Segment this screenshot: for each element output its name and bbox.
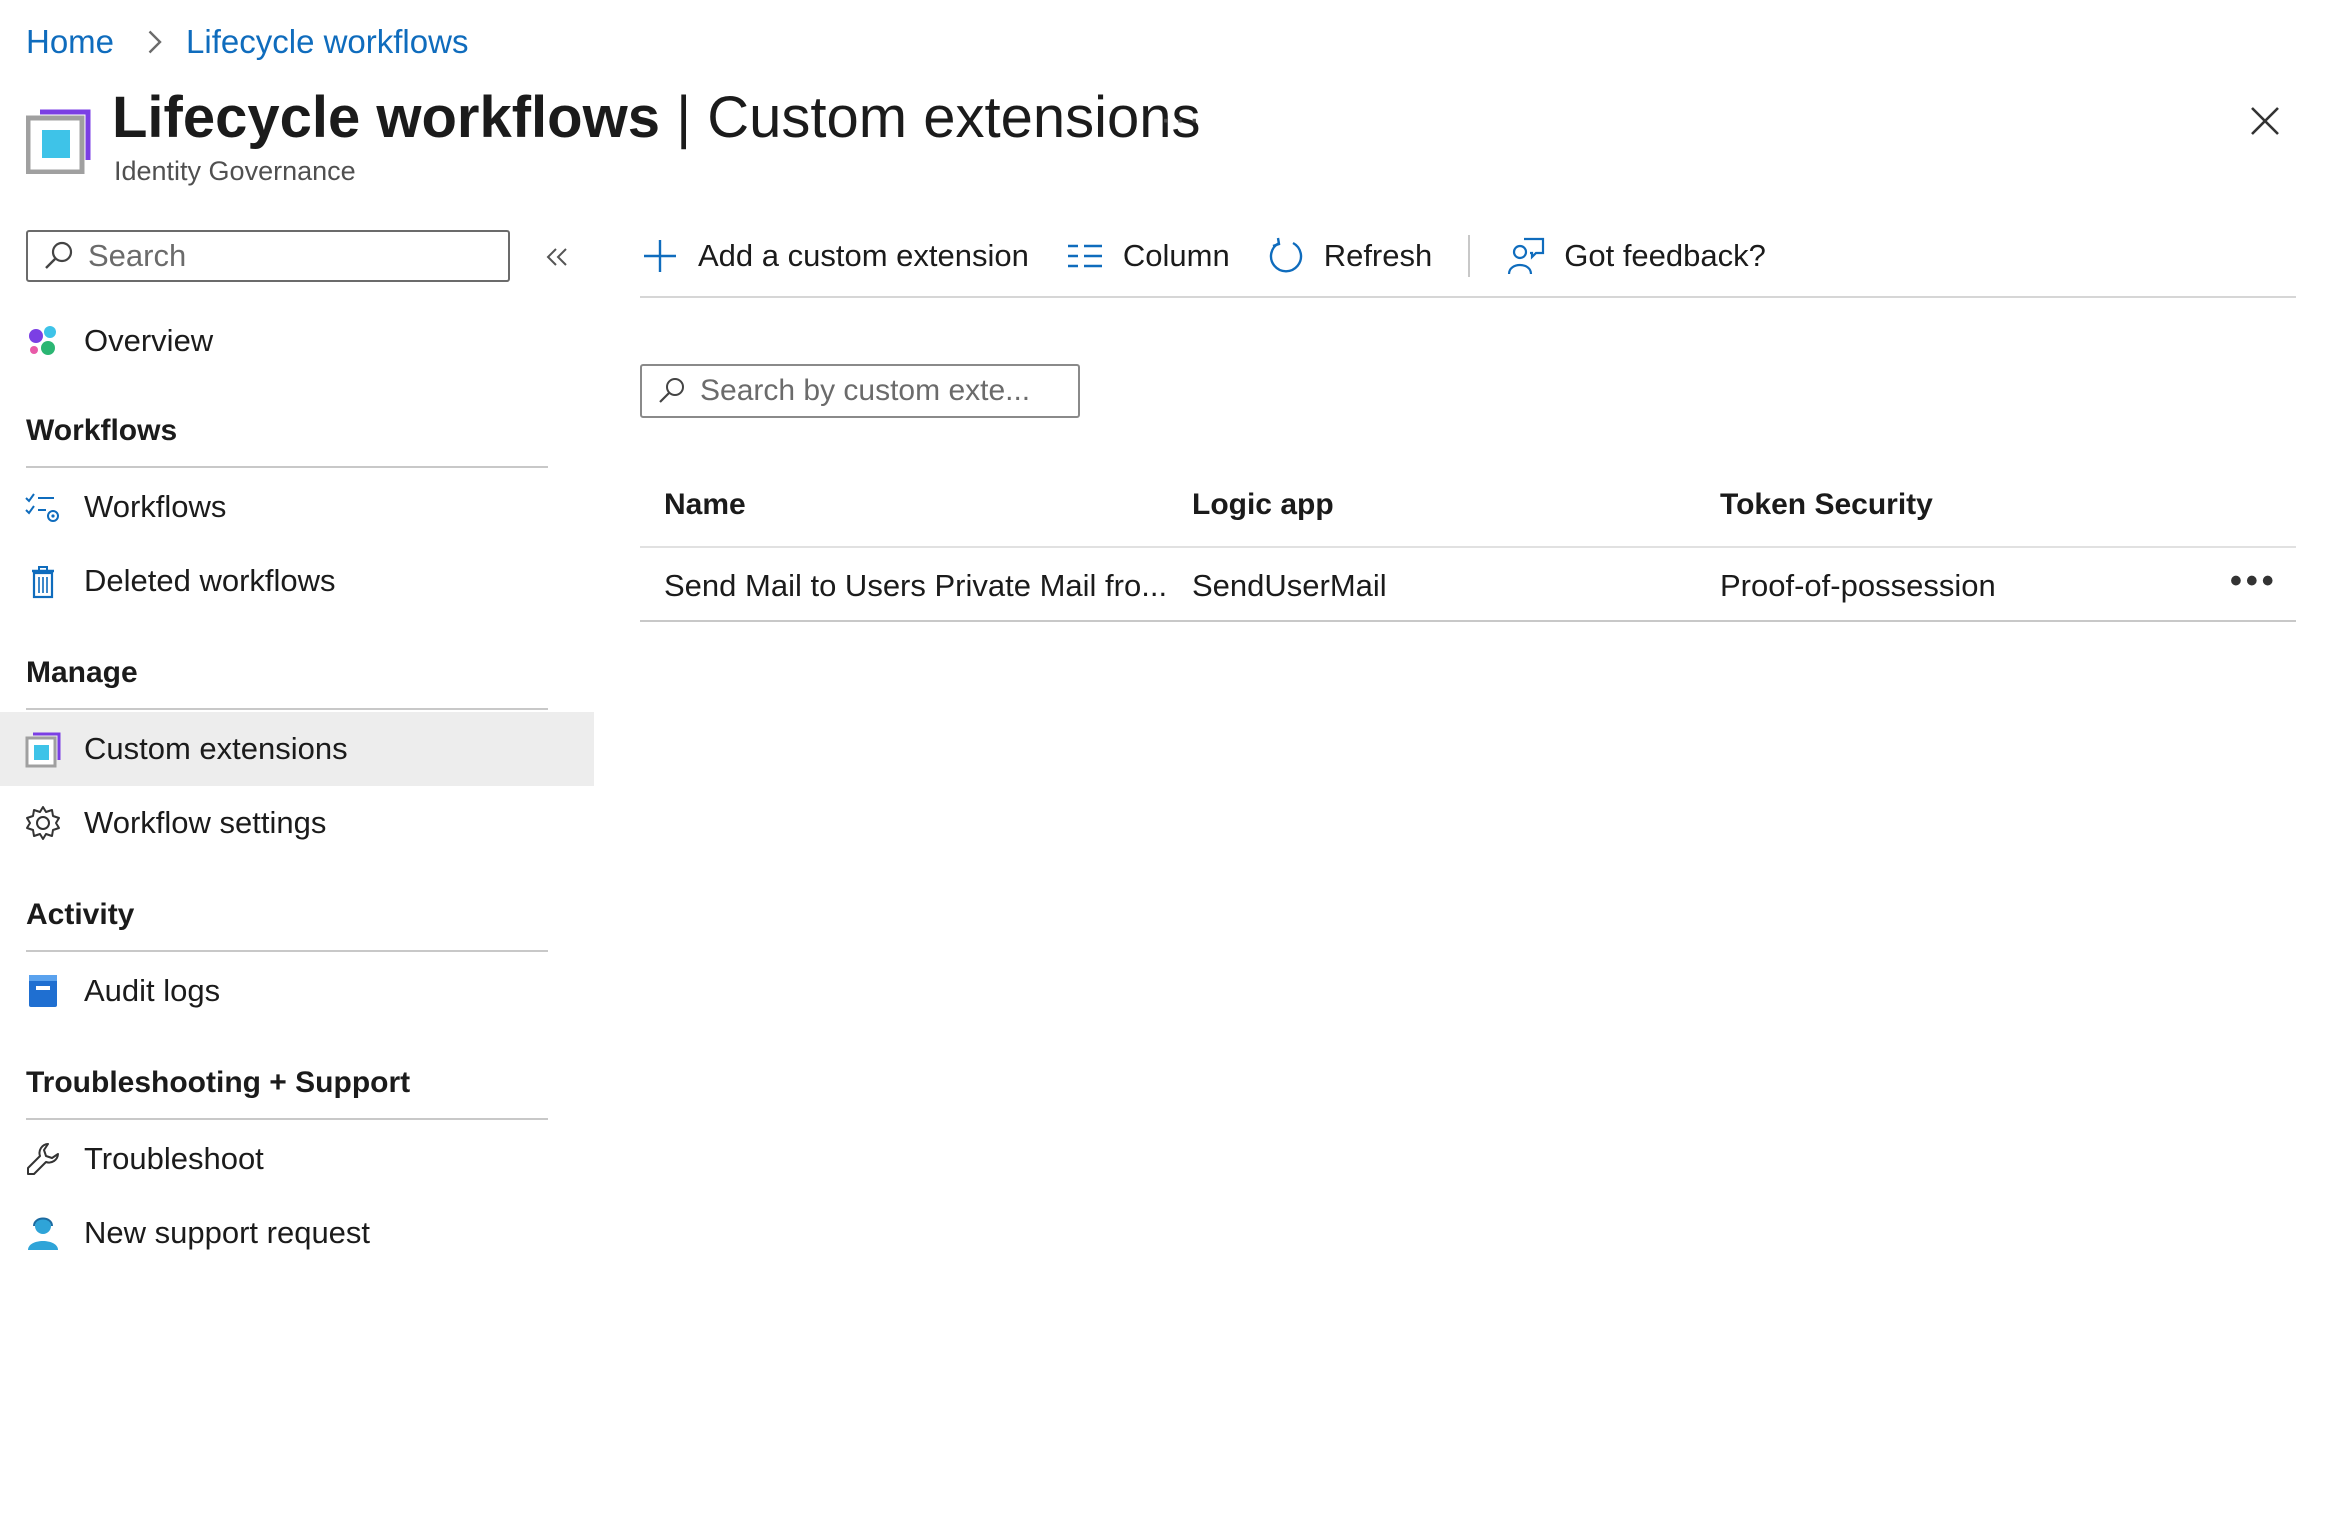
support-person-icon xyxy=(24,1214,62,1252)
sidebar-item-label: Overview xyxy=(84,323,214,358)
plus-icon xyxy=(644,240,676,272)
table-row-name[interactable]: Send Mail to Users Private Mail fro... xyxy=(664,568,1167,604)
trash-icon xyxy=(24,562,62,600)
table-row-token-security: Proof-of-possession xyxy=(1720,568,1996,603)
custom-extension-search-input[interactable]: Search by custom exte... xyxy=(640,364,1080,418)
sidebar-item-label: Troubleshoot xyxy=(84,1141,264,1176)
page-title-bold: Lifecycle workflows xyxy=(112,85,660,150)
custom-extensions-icon xyxy=(24,730,62,768)
sidebar-item-label: Workflow settings xyxy=(84,805,327,840)
sidebar-item-label: Custom extensions xyxy=(84,731,348,766)
wrench-icon xyxy=(24,1140,62,1178)
refresh-label: Refresh xyxy=(1323,238,1433,273)
workflows-icon xyxy=(24,488,62,526)
section-divider xyxy=(26,950,548,952)
chevron-right-icon xyxy=(148,30,162,54)
refresh-icon xyxy=(1269,237,1302,273)
audit-log-icon xyxy=(24,972,62,1010)
sidebar-item-label: New support request xyxy=(84,1215,371,1250)
section-title-activity: Activity xyxy=(26,898,135,931)
sidebar-item-label: Audit logs xyxy=(84,973,221,1008)
feedback-button[interactable]: Got feedback? xyxy=(1506,236,1766,276)
close-icon[interactable] xyxy=(2242,98,2288,144)
add-custom-extension-label: Add a custom extension xyxy=(698,238,1029,273)
custom-extension-search-placeholder: Search by custom exte... xyxy=(700,374,1031,407)
section-divider xyxy=(26,466,548,468)
column-header-name[interactable]: Name xyxy=(664,488,746,522)
sidebar-item-audit-logs[interactable]: Audit logs xyxy=(0,954,594,1028)
table-row-divider xyxy=(640,620,2296,622)
page-title: Lifecycle workflows | Custom extensions xyxy=(112,82,1201,154)
command-bar: Add a custom extension Column Refresh Go… xyxy=(640,226,1802,286)
collapse-sidebar-icon[interactable] xyxy=(540,240,574,274)
column-label: Column xyxy=(1122,238,1230,273)
toolbar-divider xyxy=(1468,235,1471,277)
section-title-manage: Manage xyxy=(26,656,138,689)
sidebar-item-custom-extensions[interactable]: Custom extensions xyxy=(0,712,594,786)
table-header-divider xyxy=(640,546,2296,548)
columns-icon xyxy=(1067,244,1102,268)
custom-extensions-icon xyxy=(26,109,91,174)
column-header-token-security[interactable]: Token Security xyxy=(1720,488,1933,522)
feedback-label: Got feedback? xyxy=(1564,238,1766,273)
sidebar-item-troubleshoot[interactable]: Troubleshoot xyxy=(0,1122,594,1196)
section-divider xyxy=(26,708,548,710)
sidebar-item-new-support-request[interactable]: New support request xyxy=(0,1196,594,1270)
feedback-icon xyxy=(1508,237,1545,275)
row-more-actions-button[interactable]: ••• xyxy=(2230,562,2278,601)
page-title-section: | Custom extensions xyxy=(659,85,1201,150)
header-more-button[interactable]: ··· xyxy=(1160,100,1203,139)
overview-icon xyxy=(24,322,62,360)
search-icon xyxy=(45,241,73,269)
gear-icon xyxy=(24,804,62,842)
refresh-button[interactable]: Refresh xyxy=(1266,236,1433,276)
page-subtitle: Identity Governance xyxy=(114,156,356,186)
sidebar-item-workflows[interactable]: Workflows xyxy=(0,470,594,544)
sidebar-item-deleted-workflows[interactable]: Deleted workflows xyxy=(0,544,594,618)
section-divider xyxy=(26,1118,548,1120)
table-row-logic-app-link[interactable]: SendUserMail xyxy=(1192,568,1387,604)
section-title-support: Troubleshooting + Support xyxy=(26,1066,411,1099)
search-icon xyxy=(659,378,684,403)
sidebar-item-label: Deleted workflows xyxy=(84,563,336,598)
sidebar-search-placeholder: Search xyxy=(88,238,187,273)
column-button[interactable]: Column xyxy=(1065,236,1230,276)
column-header-logic-app[interactable]: Logic app xyxy=(1192,488,1334,522)
breadcrumb: Home Lifecycle workflows xyxy=(26,18,468,66)
sidebar-item-workflow-settings[interactable]: Workflow settings xyxy=(0,786,594,860)
sidebar-search-input[interactable]: Search xyxy=(26,230,510,282)
sidebar-item-label: Workflows xyxy=(84,489,227,524)
toolbar-divider-line xyxy=(640,296,2296,298)
breadcrumb-home-link[interactable]: Home xyxy=(26,23,114,61)
add-custom-extension-button[interactable]: Add a custom extension xyxy=(640,236,1029,276)
section-title-workflows: Workflows xyxy=(26,414,178,447)
breadcrumb-lifecycle-link[interactable]: Lifecycle workflows xyxy=(186,23,468,61)
sidebar-item-overview[interactable]: Overview xyxy=(0,304,594,378)
